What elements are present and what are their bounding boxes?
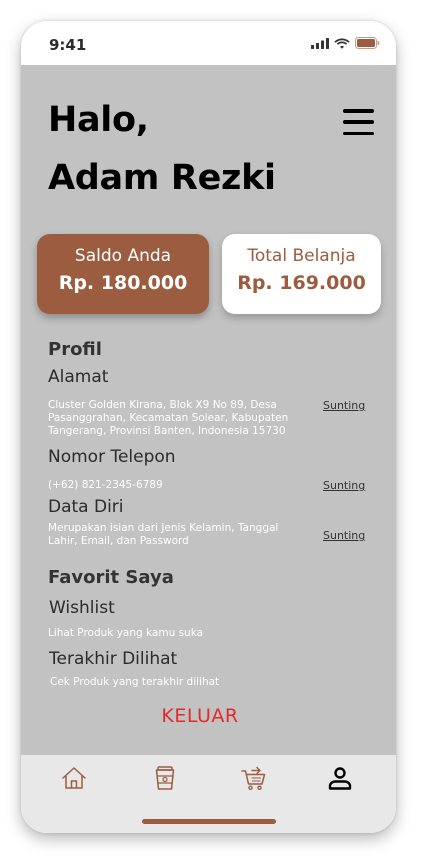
- greeting-text: Halo,: [48, 100, 149, 140]
- alamat-line-2: Pasanggrahan, Kecamatan Solear, Kabupate…: [48, 412, 289, 424]
- nav-profile[interactable]: [325, 763, 355, 793]
- home-icon: [62, 767, 86, 789]
- saldo-amount: Rp. 180.000: [58, 272, 188, 294]
- hamburger-menu-icon[interactable]: [343, 109, 374, 135]
- profil-heading: Profil: [48, 339, 102, 360]
- favorit-heading: Favorit Saya: [48, 567, 174, 588]
- saldo-card[interactable]: Saldo Anda Rp. 180.000: [37, 234, 209, 314]
- phone-frame: 9:41 Halo, Adam Rezki Saldo Anda Rp. 180…: [21, 21, 396, 833]
- profile-icon: [328, 767, 352, 790]
- total-belanja-amount: Rp. 169.000: [237, 272, 366, 294]
- battery-icon: [355, 37, 380, 49]
- nav-orders[interactable]: [150, 763, 180, 793]
- terakhir-dilihat-label[interactable]: Terakhir Dilihat: [49, 649, 177, 669]
- alamat-line-3: Tangerang, Provinsi Banten, Indonesia 15…: [48, 425, 286, 437]
- profile-screen: Halo, Adam Rezki Saldo Anda Rp. 180.000 …: [21, 65, 396, 755]
- home-indicator: [142, 819, 276, 824]
- data-diri-line-2: Lahir, Email, dan Password: [48, 535, 189, 547]
- nomor-telepon-value: (+62) 821-2345-6789: [48, 479, 163, 491]
- wishlist-label[interactable]: Wishlist: [49, 598, 115, 618]
- wishlist-desc: Lihat Produk yang kamu suka: [48, 627, 204, 639]
- alamat-label: Alamat: [48, 367, 109, 387]
- data-diri-label: Data Diri: [48, 497, 124, 517]
- wifi-icon: [334, 38, 350, 49]
- saldo-label: Saldo Anda: [74, 246, 172, 266]
- status-bar: 9:41: [21, 21, 396, 65]
- alamat-line-1: Cluster Golden Kirana, Blok X9 No 89, De…: [48, 399, 277, 411]
- nav-home[interactable]: [59, 763, 89, 793]
- cup-icon: [155, 766, 175, 790]
- terakhir-dilihat-desc: Cek Produk yang terakhir dilihat: [50, 676, 220, 688]
- status-icons: [311, 37, 380, 49]
- signal-icon: [311, 37, 329, 49]
- sunting-alamat-link[interactable]: Sunting: [323, 399, 365, 412]
- user-name: Adam Rezki: [48, 158, 276, 198]
- data-diri-line-1: Merupakan isian dari Jenis Kelamin, Tang…: [48, 522, 279, 534]
- total-belanja-label: Total Belanja: [247, 246, 356, 266]
- status-time: 9:41: [49, 36, 87, 54]
- logout-button[interactable]: KELUAR: [21, 705, 379, 727]
- sunting-data-diri-link[interactable]: Sunting: [323, 529, 365, 542]
- nomor-telepon-label: Nomor Telepon: [48, 447, 176, 467]
- sunting-telepon-link[interactable]: Sunting: [323, 479, 365, 492]
- cart-icon: [241, 766, 266, 791]
- total-belanja-card[interactable]: Total Belanja Rp. 169.000: [222, 234, 381, 314]
- nav-cart[interactable]: [239, 763, 269, 793]
